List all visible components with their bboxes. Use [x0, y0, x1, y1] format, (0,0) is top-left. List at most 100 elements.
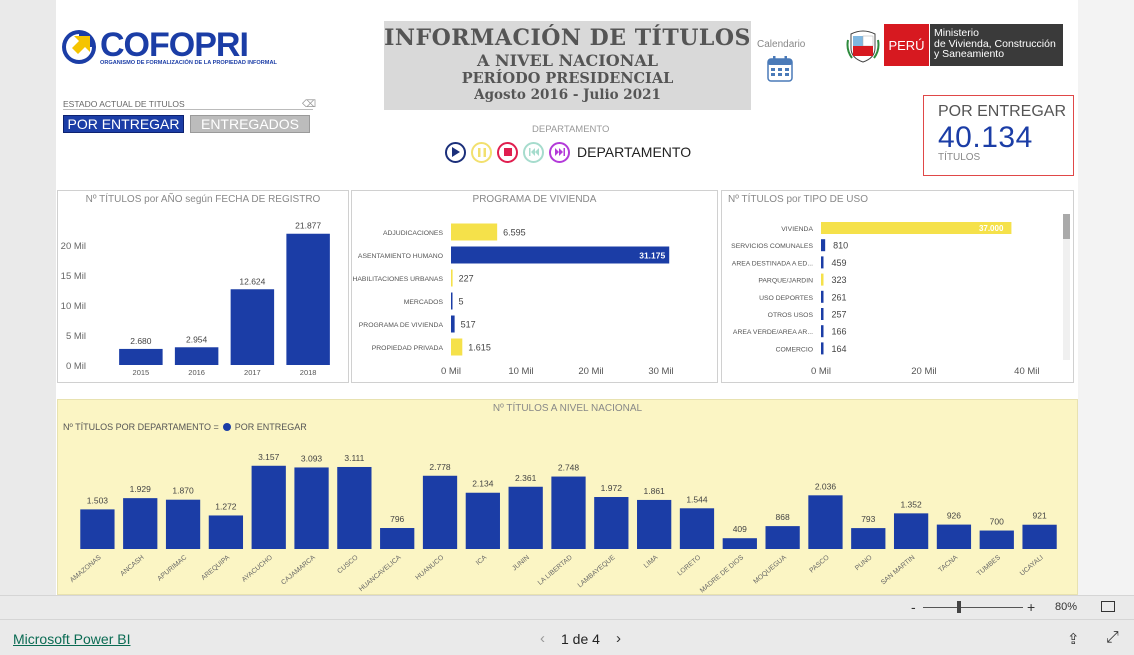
- y-tick-label: 20 Mil: [61, 241, 86, 252]
- y-tick-label: USO DEPORTES: [759, 295, 813, 302]
- footer-bar: Microsoft Power BI ‹ 1 de 4 › ⇪ ⤢: [0, 619, 1134, 655]
- x-tick-label: LAMBAYEQUE: [577, 554, 617, 589]
- zoom-in-button[interactable]: +: [1027, 599, 1035, 615]
- next-icon[interactable]: [549, 141, 570, 163]
- data-label: 1.861: [644, 486, 666, 496]
- legend-series: POR ENTREGAR: [234, 422, 307, 432]
- share-icon[interactable]: ⇪: [1067, 630, 1080, 648]
- data-label: 1.544: [686, 494, 708, 504]
- power-bi-link[interactable]: Microsoft Power BI: [13, 631, 130, 647]
- bar: [422, 475, 458, 549]
- data-label: 1.615: [468, 343, 491, 353]
- ministry-line-1: Ministerio: [934, 27, 979, 39]
- x-tick-label: 2018: [300, 368, 317, 377]
- bar: [465, 492, 500, 549]
- logo-subtitle: ORGANISMO DE FORMALIZACIÓN DE LA PROPIED…: [100, 60, 277, 66]
- data-label: 868: [776, 512, 790, 522]
- data-label: 517: [461, 320, 476, 330]
- zoom-slider[interactable]: [923, 607, 1023, 608]
- x-tick-label: 0 Mil: [441, 366, 461, 377]
- bar: [893, 513, 929, 549]
- fit-to-page-icon[interactable]: [1101, 601, 1115, 612]
- scrollbar-thumb[interactable]: [1063, 214, 1070, 239]
- data-label: 164: [832, 344, 847, 354]
- data-label: 12.624: [239, 276, 265, 286]
- play-icon[interactable]: [445, 141, 466, 163]
- por-entregar-button[interactable]: POR ENTREGAR: [63, 115, 184, 133]
- x-tick-label: 2015: [133, 368, 150, 377]
- x-tick-label: AYACUCHO: [241, 554, 274, 583]
- calendar-label: Calendario: [757, 39, 806, 50]
- x-tick-label: 2016: [188, 368, 205, 377]
- bar: [451, 223, 498, 241]
- data-label: 6.595: [503, 228, 526, 238]
- chart-programa-vivienda: PROGRAMA DE VIVIENDA ADJUDICACIONES 6.595…: [351, 190, 718, 383]
- bar: [286, 233, 330, 365]
- ministry-line-3: y Saneamiento: [934, 48, 1005, 60]
- x-tick-label: 2017: [244, 368, 261, 377]
- peru-shield-icon: [846, 30, 880, 63]
- play-axis-current: DEPARTAMENTO: [577, 144, 692, 160]
- data-label: 5: [459, 297, 464, 307]
- x-tick-label: 30 Mil: [648, 366, 673, 377]
- x-tick-label: AREQUIPA: [200, 554, 231, 582]
- y-tick-label: OTROS USOS: [768, 312, 814, 319]
- title-line-1: INFORMACIÓN DE TÍTULOS: [384, 25, 751, 51]
- previous-page-icon[interactable]: ‹: [540, 630, 545, 647]
- bar: [936, 524, 972, 549]
- bar: [821, 290, 824, 303]
- y-tick-label: SERVICIOS COMUNALES: [731, 243, 813, 250]
- x-tick-label: HUANUCO: [414, 554, 445, 581]
- calendar-icon[interactable]: [767, 56, 793, 82]
- data-label: 2.778: [429, 462, 451, 472]
- x-tick-label: HUANCAVELICA: [358, 554, 403, 593]
- bar: [808, 495, 843, 549]
- bar: [851, 528, 886, 549]
- x-tick-label: PASCO: [808, 554, 830, 574]
- data-label: 166: [832, 327, 847, 337]
- page-indicator: 1 de 4: [561, 630, 600, 647]
- x-tick-label: UCAYALI: [1019, 554, 1045, 577]
- pause-icon[interactable]: [471, 141, 492, 163]
- peru-label: PERÚ: [884, 24, 929, 66]
- data-label: 3.111: [344, 453, 364, 463]
- zoom-slider-thumb[interactable]: [957, 601, 961, 613]
- data-label: 2.361: [515, 473, 537, 483]
- x-tick-label: 20 Mil: [578, 366, 603, 377]
- x-tick-label: 10 Mil: [508, 366, 533, 377]
- bar: [208, 515, 244, 549]
- data-label: 31.175: [639, 251, 665, 261]
- y-tick-label: PROPIEDAD PRIVADA: [372, 345, 444, 352]
- chart-title: Nº TÍTULOS por AÑO según FECHA DE REGIST…: [85, 194, 321, 205]
- chart-legend: Nº TÍTULOS POR DEPARTAMENTO = POR ENTREG…: [63, 422, 307, 432]
- data-label: 2.748: [558, 463, 580, 473]
- bar: [294, 467, 329, 549]
- data-label: 921: [1032, 511, 1046, 521]
- bar: [174, 347, 219, 365]
- bar: [451, 338, 463, 356]
- previous-icon[interactable]: [523, 141, 544, 163]
- x-tick-label: CUSCO: [336, 554, 359, 575]
- next-page-icon[interactable]: ›: [616, 630, 621, 647]
- x-tick-label: JUNIN: [511, 554, 531, 572]
- data-label: 1.352: [900, 499, 922, 509]
- data-label: 926: [947, 511, 961, 521]
- clear-filter-icon[interactable]: ⌫: [302, 99, 316, 110]
- title-line-2: A NIVEL NACIONAL: [476, 51, 658, 70]
- bar: [119, 348, 163, 365]
- chart-title: Nº TÍTULOS A NIVEL NACIONAL: [492, 403, 643, 414]
- chart-scrollbar[interactable]: [1063, 214, 1070, 360]
- page-navigator: ‹ 1 de 4 ›: [540, 630, 621, 647]
- data-label: 261: [832, 292, 847, 302]
- data-label: 459: [832, 258, 847, 268]
- entregados-button[interactable]: ENTREGADOS: [190, 115, 310, 133]
- chart-nivel-nacional: Nº TÍTULOS A NIVEL NACIONAL Nº TÍTULOS P…: [57, 399, 1078, 595]
- x-tick-label: ICA: [475, 554, 489, 567]
- fullscreen-icon[interactable]: ⤢: [1106, 629, 1119, 647]
- zoom-out-button[interactable]: -: [911, 599, 916, 615]
- stop-icon[interactable]: [497, 141, 518, 163]
- x-tick-label: CAJAMARCA: [280, 554, 317, 587]
- bar: [679, 508, 715, 549]
- y-tick-label: PROGRAMA DE VIVIENDA: [359, 322, 444, 329]
- x-tick-label: TACNA: [937, 554, 959, 574]
